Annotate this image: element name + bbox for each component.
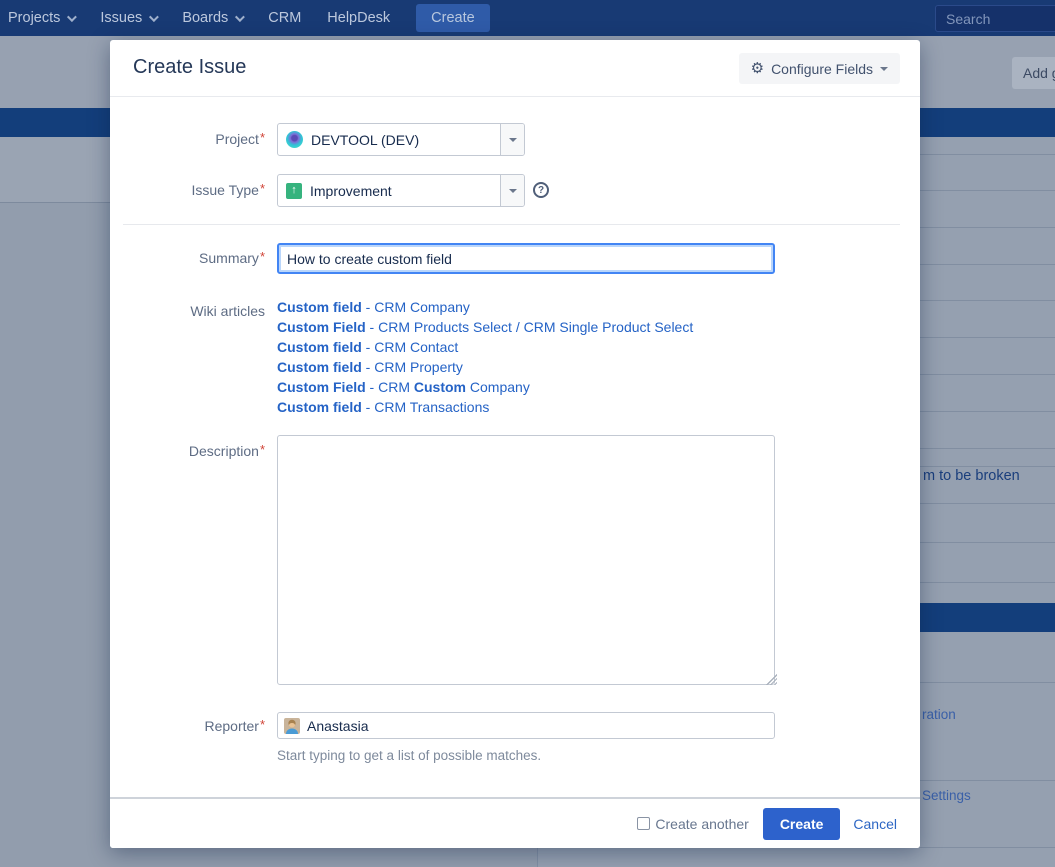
project-value: DEVTOOL (DEV)	[311, 132, 419, 148]
reporter-hint: Start typing to get a list of possible m…	[277, 748, 541, 763]
nav-item-label: Boards	[182, 10, 228, 26]
background-row-divider	[920, 542, 1055, 543]
issue-type-label: Issue Type*	[110, 182, 265, 198]
chevron-down-icon	[149, 12, 159, 22]
issue-type-dropdown-caret[interactable]	[500, 175, 524, 206]
description-label: Description*	[110, 443, 265, 459]
background-row-divider	[920, 448, 1055, 449]
background-row-divider	[920, 227, 1055, 228]
background-row-divider	[920, 190, 1055, 191]
add-gadget-button: Add g	[1012, 57, 1055, 89]
background-table-blue-row	[920, 603, 1055, 632]
description-textarea[interactable]	[277, 435, 775, 685]
background-table: m to be broken ration Settings	[920, 137, 1055, 867]
help-icon[interactable]: ?	[533, 182, 549, 198]
reporter-label: Reporter*	[110, 718, 265, 734]
summary-label: Summary*	[110, 250, 265, 266]
wiki-article-link[interactable]: Custom Field - CRM Custom Company	[277, 377, 693, 397]
wiki-article-link[interactable]: Custom field - CRM Contact	[277, 337, 693, 357]
reporter-value: Anastasia	[307, 718, 368, 734]
chevron-down-icon	[235, 12, 245, 22]
background-row-divider	[920, 264, 1055, 265]
section-divider	[123, 224, 900, 225]
required-marker: *	[260, 249, 265, 264]
wiki-article-link[interactable]: Custom field - CRM Property	[277, 357, 693, 377]
background-row-divider	[920, 374, 1055, 375]
create-button[interactable]: Create	[763, 808, 841, 840]
dialog-header: Create Issue ⚙ Configure Fields	[110, 40, 920, 97]
create-another-label: Create another	[655, 816, 748, 832]
reporter-avatar	[284, 718, 300, 734]
configure-fields-label: Configure Fields	[771, 61, 873, 77]
nav-item-label: CRM	[268, 10, 301, 26]
search-input[interactable]	[935, 5, 1055, 32]
background-row-divider	[920, 300, 1055, 301]
wiki-article-link[interactable]: Custom field - CRM Transactions	[277, 397, 693, 417]
background-row-divider	[920, 682, 1055, 683]
issue-type-select[interactable]: ↑ Improvement	[277, 174, 525, 207]
background-link-settings: Settings	[922, 788, 971, 803]
background-link-broken: m to be broken	[923, 468, 1020, 484]
project-avatar-icon	[286, 131, 303, 148]
wiki-links: Custom field - CRM CompanyCustom Field -…	[277, 297, 693, 417]
wiki-article-link[interactable]: Custom Field - CRM Products Select / CRM…	[277, 317, 693, 337]
background-row-divider	[920, 154, 1055, 155]
dialog-footer: Create another Create Cancel	[110, 797, 920, 848]
nav-items: Projects Issues Boards CRM HelpDesk	[0, 10, 390, 26]
nav-item-issues[interactable]: Issues	[100, 10, 156, 26]
cancel-link[interactable]: Cancel	[853, 816, 897, 832]
create-another-checkbox[interactable]	[637, 817, 650, 830]
nav-item-projects[interactable]: Projects	[8, 10, 74, 26]
required-marker: *	[260, 181, 265, 196]
wiki-article-link[interactable]: Custom field - CRM Company	[277, 297, 693, 317]
background-row-divider	[920, 337, 1055, 338]
background-row-divider	[920, 780, 1055, 781]
screen: Add g m to be broken ration Settings Pro…	[0, 0, 1055, 867]
chevron-down-icon	[67, 12, 77, 22]
nav-item-label: Issues	[100, 10, 142, 26]
background-row-divider	[920, 411, 1055, 412]
issue-type-value: Improvement	[310, 183, 392, 199]
background-row-divider	[920, 847, 1055, 848]
gear-icon: ⚙	[751, 61, 764, 76]
required-marker: *	[260, 717, 265, 732]
background-link-ration: ration	[922, 707, 956, 722]
chevron-down-icon	[880, 67, 888, 71]
project-select[interactable]: DEVTOOL (DEV)	[277, 123, 525, 156]
required-marker: *	[260, 442, 265, 457]
create-issue-dialog: Create Issue ⚙ Configure Fields Project*…	[110, 40, 920, 848]
required-marker: *	[260, 130, 265, 145]
project-dropdown-caret[interactable]	[500, 124, 524, 155]
background-row-divider	[920, 503, 1055, 504]
configure-fields-button[interactable]: ⚙ Configure Fields	[739, 53, 900, 84]
nav-create-button[interactable]: Create	[416, 4, 490, 32]
summary-input[interactable]	[277, 243, 775, 274]
background-row-divider	[920, 582, 1055, 583]
nav-item-crm[interactable]: CRM	[268, 10, 301, 26]
project-label: Project*	[110, 131, 265, 147]
background-bottom-panel	[537, 848, 920, 867]
dialog-title: Create Issue	[133, 56, 246, 79]
nav-item-label: HelpDesk	[327, 10, 390, 26]
wiki-articles-label: Wiki articles	[110, 303, 265, 319]
nav-item-helpdesk[interactable]: HelpDesk	[327, 10, 390, 26]
background-row-divider	[920, 466, 1055, 467]
nav-item-boards[interactable]: Boards	[182, 10, 242, 26]
reporter-input[interactable]: Anastasia	[277, 712, 775, 739]
top-nav: Projects Issues Boards CRM HelpDesk Create	[0, 0, 1055, 36]
nav-item-label: Projects	[8, 10, 60, 26]
improvement-icon: ↑	[286, 183, 302, 199]
background-left-panel	[0, 137, 110, 203]
